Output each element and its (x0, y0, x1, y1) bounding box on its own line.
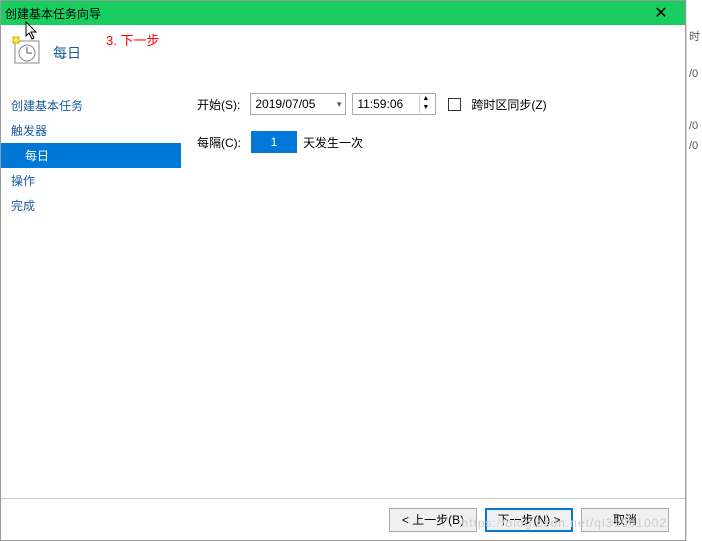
recur-value: 1 (271, 135, 278, 149)
annotation-text: 3. 下一步 (106, 30, 159, 49)
sidebar-item-finish[interactable]: 完成 (1, 193, 181, 218)
strip-text: /0 (687, 66, 702, 82)
recur-label: 每隔(C): (197, 134, 241, 151)
sidebar-item-action[interactable]: 操作 (1, 168, 181, 193)
recur-input[interactable]: 1 (251, 131, 297, 153)
wizard-sidebar: 创建基本任务 触发器 每日 操作 完成 (1, 87, 181, 497)
time-value: 11:59:06 (357, 97, 403, 111)
sync-label: 跨时区同步(Z) (471, 96, 546, 113)
body-area: 创建基本任务 触发器 每日 操作 完成 开始(S): 2019/07/05 ▾ … (1, 87, 685, 497)
recur-row: 每隔(C): 1 天发生一次 (197, 131, 669, 153)
sidebar-item-create-task[interactable]: 创建基本任务 (1, 93, 181, 118)
recur-suffix: 天发生一次 (303, 134, 363, 151)
page-heading: 每日 (53, 43, 81, 63)
sync-checkbox[interactable] (448, 98, 461, 111)
strip-text: 时 (687, 26, 702, 46)
close-icon[interactable]: ✕ (641, 3, 681, 23)
titlebar: 创建基本任务向导 ✕ (1, 1, 685, 25)
dropdown-icon: ▾ (337, 99, 342, 110)
date-value: 2019/07/05 (255, 97, 315, 111)
wizard-window: 创建基本任务向导 ✕ 每日 3. 下一步 创建基本任务 触发器 每 (0, 0, 686, 541)
start-label: 开始(S): (197, 96, 240, 113)
cursor-icon (25, 21, 41, 44)
start-row: 开始(S): 2019/07/05 ▾ 11:59:06 ▲ ▼ 跨时区同步(Z… (197, 93, 669, 115)
cancel-button[interactable]: 取消 (581, 508, 669, 532)
background-strip: 时 /0 /0 /0 (686, 0, 702, 541)
date-input[interactable]: 2019/07/05 ▾ (250, 93, 346, 115)
strip-text: /0 (687, 138, 702, 154)
window-title: 创建基本任务向导 (5, 5, 641, 22)
spinner-down-icon[interactable]: ▼ (419, 104, 431, 113)
footer: < 上一步(B) 下一步(N) > 取消 (1, 498, 685, 540)
sidebar-item-trigger[interactable]: 触发器 (1, 118, 181, 143)
spinner-up-icon[interactable]: ▲ (419, 95, 431, 104)
time-spinner[interactable]: ▲ ▼ (419, 95, 431, 113)
time-input[interactable]: 11:59:06 ▲ ▼ (352, 93, 436, 115)
next-button[interactable]: 下一步(N) > (485, 508, 573, 532)
sidebar-item-daily[interactable]: 每日 (1, 143, 181, 168)
header-area: 每日 3. 下一步 (1, 25, 685, 87)
content-panel: 开始(S): 2019/07/05 ▾ 11:59:06 ▲ ▼ 跨时区同步(Z… (181, 87, 685, 497)
back-button[interactable]: < 上一步(B) (389, 508, 477, 532)
strip-text: /0 (687, 118, 702, 134)
